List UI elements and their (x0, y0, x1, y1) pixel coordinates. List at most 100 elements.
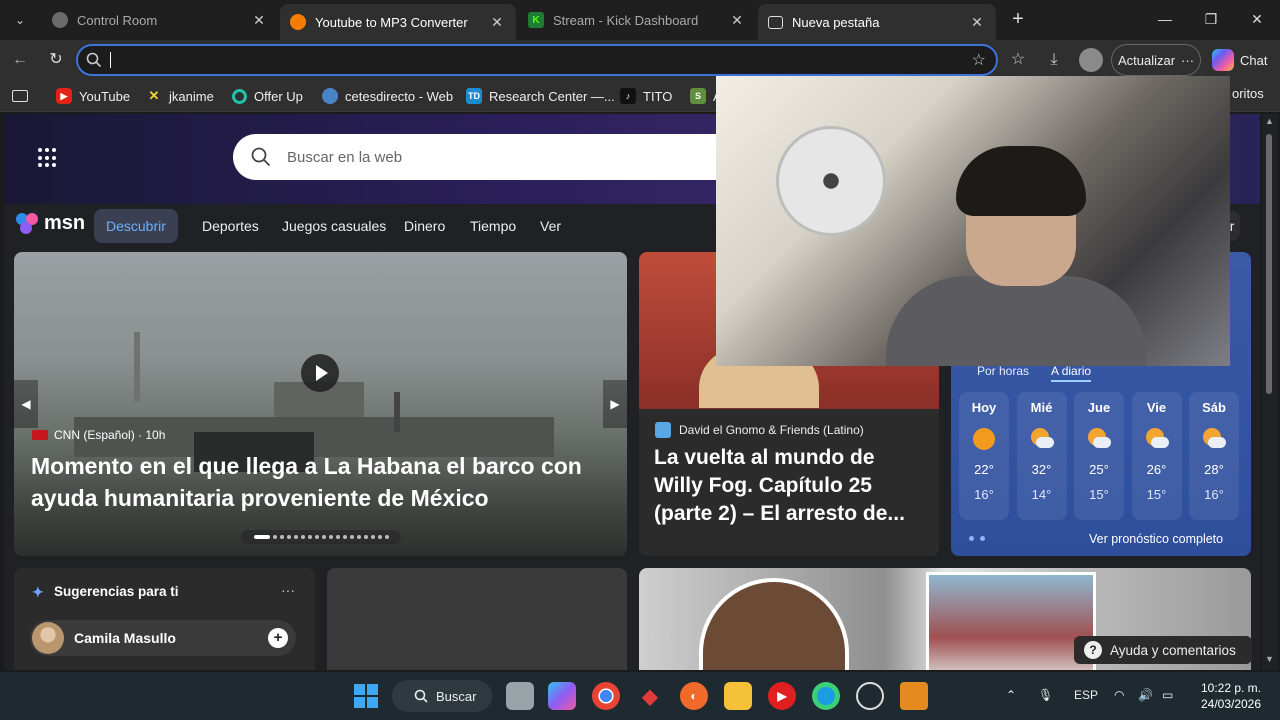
tab-por-horas[interactable]: Por horas (977, 364, 1029, 382)
nav-ver[interactable]: Ver (540, 214, 561, 238)
microphone-icon[interactable]: 🎙 (1038, 688, 1053, 702)
refresh-icon[interactable]: ↻ (44, 48, 68, 72)
other-favorites-label[interactable]: oritos (1232, 86, 1280, 101)
weather-day[interactable]: Sáb 28° 16° (1189, 392, 1239, 520)
tab-new-tab[interactable]: Nueva pestaña ✕ (758, 4, 996, 40)
fl-studio-icon[interactable] (900, 682, 928, 710)
hero-news-card[interactable]: ◀ ▶ CNN (Español) · 10h Momento en el qu… (14, 252, 627, 556)
close-icon[interactable]: ✕ (488, 14, 506, 31)
minimize-icon[interactable]: — (1150, 8, 1180, 32)
media-player-icon[interactable]: ▶ (768, 682, 796, 710)
hero-headline[interactable]: Momento en el que llega a La Habana el b… (31, 450, 611, 514)
obs-icon[interactable] (856, 682, 884, 710)
youtube-icon: ▶ (56, 88, 72, 104)
text-caret (110, 52, 111, 68)
app-red-icon[interactable]: ◆ (636, 682, 664, 710)
scroll-thumb[interactable] (1266, 134, 1272, 394)
weather-pager[interactable] (969, 536, 985, 541)
person-in-video (886, 276, 1146, 366)
browser-toolbar: ← ↻ ☆ ☆ ⤓ Actualizar ··· Chat (0, 40, 1280, 80)
chrome-icon[interactable] (592, 682, 620, 710)
offerup-icon (232, 88, 247, 104)
bookmark-research-center[interactable]: TD Research Center —... (466, 86, 615, 106)
more-options-icon[interactable]: ··· (281, 582, 295, 598)
partly-cloudy-icon (1203, 428, 1226, 450)
tab-a-diario[interactable]: A diario (1051, 364, 1092, 382)
weather-day[interactable]: Jue 25° 15° (1074, 392, 1124, 520)
task-view-icon[interactable] (506, 682, 534, 710)
copilot-chat-button[interactable]: Chat (1206, 44, 1272, 76)
profile-avatar-icon[interactable] (1079, 48, 1103, 72)
cnn-logo-icon (32, 430, 48, 440)
nav-descubrir[interactable]: Descubrir (94, 209, 178, 243)
show-hidden-icons[interactable]: ⌃ (1006, 688, 1016, 702)
update-button[interactable]: Actualizar ··· (1111, 44, 1201, 76)
bookmark-jkanime[interactable]: ✕ jkanime (146, 86, 214, 106)
file-explorer-icon[interactable] (724, 682, 752, 710)
weather-day[interactable]: Vie 26° 15° (1131, 392, 1182, 520)
search-icon (251, 147, 271, 167)
nav-juegos-casuales[interactable]: Juegos casuales (282, 214, 386, 238)
favorites-icon[interactable]: ☆ (1006, 48, 1030, 72)
close-icon[interactable]: ✕ (728, 12, 746, 29)
wifi-icon[interactable]: ◠ (1114, 688, 1124, 702)
suggested-person[interactable]: Camila Masullo + (30, 620, 296, 656)
window-close-icon[interactable]: ✕ (1242, 8, 1272, 32)
taskbar-search[interactable]: Buscar (392, 680, 492, 712)
address-bar[interactable]: ☆ (76, 44, 998, 76)
address-input[interactable] (108, 50, 958, 70)
bookmark-tito[interactable]: ♪ TITO (620, 86, 672, 106)
app-launcher-icon[interactable] (38, 148, 58, 168)
weather-day[interactable]: Hoy 22° 16° (959, 392, 1009, 520)
msn-logo[interactable]: msn (16, 212, 85, 235)
temp-low: 14° (1031, 487, 1052, 502)
bookmark-offerup[interactable]: Offer Up (232, 86, 303, 106)
tab-kick-dashboard[interactable]: K Stream - Kick Dashboard ✕ (518, 4, 756, 36)
day-name: Hoy (971, 400, 997, 415)
close-icon[interactable]: ✕ (968, 14, 986, 31)
battery-icon[interactable]: ▭ (1162, 688, 1173, 702)
start-menu-icon[interactable] (354, 684, 378, 708)
tiktok-icon: ♪ (620, 88, 636, 104)
volume-icon[interactable]: 🔊 (1138, 688, 1153, 702)
placeholder-card (327, 568, 627, 670)
bookmark-cetes[interactable]: cetesdirecto - Web (322, 86, 453, 106)
restore-icon[interactable]: ❐ (1196, 8, 1226, 32)
carousel-indicator[interactable] (241, 530, 401, 544)
temp-low: 15° (1146, 487, 1167, 502)
suggestions-card: ✦ Sugerencias para ti ··· Camila Masullo… (14, 568, 315, 670)
nav-dinero[interactable]: Dinero (404, 214, 445, 238)
portrait-photo (699, 578, 849, 670)
play-video-button[interactable] (301, 354, 339, 392)
copilot-app-icon[interactable] (548, 682, 576, 710)
downloads-icon[interactable]: ⤓ (1042, 48, 1066, 72)
close-icon[interactable]: ✕ (250, 12, 268, 29)
taskbar-search-label: Buscar (436, 688, 477, 704)
bookmark-youtube[interactable]: ▶ YouTube (56, 86, 130, 106)
converter-icon (290, 14, 306, 30)
system-clock[interactable]: 10:22 p. m. 24/03/2026 (1196, 680, 1266, 712)
add-follow-icon[interactable]: + (268, 628, 288, 648)
page-scrollbar[interactable]: ▲ ▼ (1262, 114, 1278, 670)
tab-control-room[interactable]: Control Room ✕ (42, 4, 278, 36)
back-arrow-icon[interactable]: ← (8, 48, 32, 72)
full-forecast-link[interactable]: Ver pronóstico completo (1089, 532, 1223, 546)
recorder-icon[interactable]: ◐ (680, 682, 708, 710)
weather-day[interactable]: Mié 32° 14° (1016, 392, 1067, 520)
tab-youtube-mp3[interactable]: Youtube to MP3 Converter ✕ (280, 4, 516, 40)
tab-actions-menu-icon[interactable]: ⌄ (6, 6, 34, 34)
nav-deportes[interactable]: Deportes (202, 214, 259, 238)
card-headline[interactable]: La vuelta al mundo de Willy Fog. Capítul… (654, 444, 924, 528)
partly-cloudy-icon (1145, 428, 1169, 450)
carousel-prev-icon[interactable]: ◀ (14, 380, 38, 428)
carousel-next-icon[interactable]: ▶ (603, 380, 627, 428)
edge-icon[interactable] (812, 682, 840, 710)
language-indicator[interactable]: ESP (1074, 688, 1098, 702)
help-feedback-button[interactable]: ? Ayuda y comentarios (1074, 636, 1252, 664)
nav-tiempo[interactable]: Tiempo (470, 214, 516, 238)
new-tab-plus-icon[interactable]: + (1006, 8, 1030, 32)
favorite-star-icon[interactable]: ☆ (972, 50, 986, 70)
scroll-up-icon[interactable]: ▲ (1265, 116, 1274, 126)
collections-icon[interactable] (12, 86, 28, 106)
scroll-down-icon[interactable]: ▼ (1265, 654, 1274, 664)
